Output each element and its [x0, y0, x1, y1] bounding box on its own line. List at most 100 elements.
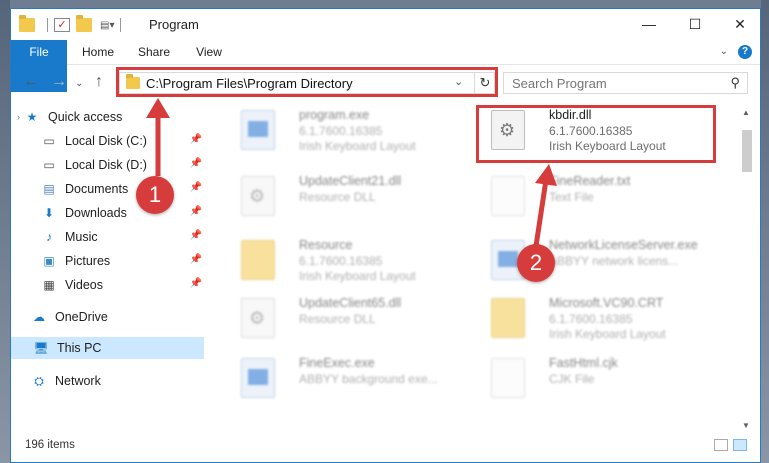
star-icon: ★: [26, 110, 38, 124]
file-item[interactable]: FineReader.txt Text File: [481, 172, 721, 224]
properties-icon[interactable]: ✓: [54, 18, 70, 32]
folder-icon: [19, 15, 35, 32]
sidebar-item-network[interactable]: ⛭ Network: [31, 370, 204, 392]
pictures-icon: ▣: [43, 254, 55, 268]
computer-icon: 🖥: [33, 341, 49, 355]
videos-icon: ▦: [43, 278, 55, 292]
file-name: Microsoft.VC90.CRT: [549, 296, 664, 310]
music-icon: ♪: [46, 230, 52, 244]
file-detail: 6.1.7600.16385: [299, 254, 383, 268]
drive-icon: ▭: [43, 134, 55, 148]
sidebar-item-label: Documents: [65, 182, 129, 196]
forward-button[interactable]: →: [51, 73, 67, 91]
file-detail: CJK File: [549, 372, 595, 386]
executable-icon: [241, 110, 275, 150]
sidebar-item-quick-access[interactable]: › ★ Quick access: [17, 106, 210, 128]
scroll-up-icon[interactable]: ▲: [742, 108, 750, 117]
search-icon[interactable]: ⚲: [730, 75, 740, 91]
ribbon-tabs: File Home Share View ⌄ ?: [11, 40, 760, 92]
file-name: UpdateClient65.dll: [299, 296, 402, 310]
sidebar-item-this-pc[interactable]: 🖥 This PC: [11, 337, 204, 359]
sidebar-item-local-disk-c[interactable]: ▭ Local Disk (C:) 📌: [41, 130, 204, 152]
folder-icon: [491, 298, 525, 338]
desktop-background: [0, 0, 769, 8]
file-item[interactable]: FineExec.exe ABBYY background exe...: [231, 354, 471, 406]
new-folder-icon[interactable]: [76, 15, 92, 32]
sidebar-item-label: Music: [65, 230, 98, 244]
pin-icon[interactable]: 📌: [190, 230, 202, 241]
pin-icon[interactable]: 📌: [190, 134, 202, 145]
step-1-badge: 1: [136, 176, 174, 214]
maximize-button[interactable]: ☐: [672, 9, 718, 40]
pin-icon[interactable]: 📌: [190, 278, 202, 289]
file-name: program.exe: [299, 108, 370, 122]
divider: [120, 18, 122, 32]
file-detail: 6.1.7600.16385: [299, 124, 383, 138]
sidebar-item-onedrive[interactable]: ☁ OneDrive: [31, 306, 204, 328]
sidebar-item-local-disk-d[interactable]: ▭ Local Disk (D:) 📌: [41, 154, 204, 176]
collapse-ribbon-icon[interactable]: ⌄: [720, 46, 728, 57]
file-detail: Irish Keyboard Layout: [299, 139, 416, 153]
dll-icon: [241, 298, 275, 338]
tab-share[interactable]: Share: [131, 40, 177, 65]
status-bar: 196 items: [11, 434, 760, 462]
back-button[interactable]: ←: [23, 73, 39, 91]
sidebar-item-label: OneDrive: [55, 310, 108, 324]
file-item[interactable]: program.exe 6.1.7600.16385 Irish Keyboar…: [231, 106, 471, 158]
expand-icon[interactable]: ›: [17, 112, 20, 122]
executable-icon: [241, 358, 275, 398]
sidebar-item-videos[interactable]: ▦ Videos 📌: [41, 274, 204, 296]
sidebar-item-music[interactable]: ♪ Music 📌: [41, 226, 204, 248]
file-detail: Irish Keyboard Layout: [549, 327, 666, 341]
address-highlight-box: [116, 67, 498, 97]
network-icon: ⛭: [34, 373, 44, 388]
up-button[interactable]: ↑: [95, 73, 103, 91]
details-view-icon[interactable]: [714, 439, 728, 451]
minimize-button[interactable]: —: [626, 9, 672, 40]
vertical-scrollbar[interactable]: ▲ ▼: [740, 104, 754, 434]
sidebar-item-label: Local Disk (D:): [65, 158, 147, 172]
file-detail: ABBYY network licens...: [549, 254, 679, 268]
customize-toolbar-icon[interactable]: ▤▾: [100, 20, 114, 31]
desktop-background-right: [761, 0, 769, 463]
file-item[interactable]: UpdateClient21.dll Resource DLL: [231, 172, 471, 224]
file-name: FineReader.txt: [549, 174, 631, 188]
close-button[interactable]: ✕: [717, 9, 760, 40]
file-detail: 6.1.7600.16385: [549, 312, 633, 326]
search-input[interactable]: [504, 73, 719, 93]
file-name: Resource: [299, 238, 353, 252]
sidebar-item-pictures[interactable]: ▣ Pictures 📌: [41, 250, 204, 272]
recent-locations-icon[interactable]: ⌄: [75, 78, 83, 89]
pin-icon[interactable]: 📌: [190, 206, 202, 217]
cloud-icon: ☁: [33, 310, 45, 324]
tab-view[interactable]: View: [187, 40, 231, 65]
search-box[interactable]: ⚲: [503, 72, 748, 94]
text-file-icon: [491, 358, 525, 398]
file-detail: Text File: [549, 190, 594, 204]
file-item[interactable]: Microsoft.VC90.CRT 6.1.7600.16385 Irish …: [481, 294, 721, 346]
pin-icon[interactable]: 📌: [190, 158, 202, 169]
documents-icon: ▤: [43, 182, 55, 196]
quick-access-toolbar: ✓ ▤▾: [19, 15, 127, 33]
sidebar-item-label: Downloads: [65, 206, 127, 220]
file-item[interactable]: UpdateClient65.dll Resource DLL: [231, 294, 471, 346]
sidebar-item-documents[interactable]: ▤ Documents 📌: [41, 178, 204, 200]
item-count: 196 items: [25, 439, 75, 451]
sidebar-item-label: This PC: [57, 341, 102, 355]
help-icon[interactable]: ?: [738, 45, 752, 59]
large-icons-view-icon[interactable]: [733, 439, 747, 451]
file-name: NetworkLicenseServer.exe: [549, 238, 698, 252]
scroll-thumb[interactable]: [742, 130, 752, 172]
file-name: FastHtml.cjk: [549, 356, 618, 370]
dll-icon: [241, 176, 275, 216]
pin-icon[interactable]: 📌: [190, 182, 202, 193]
desktop-background-left: [0, 0, 10, 463]
scroll-down-icon[interactable]: ▼: [742, 421, 750, 430]
sidebar-item-downloads[interactable]: ⬇ Downloads 📌: [41, 202, 204, 224]
step-2-badge: 2: [517, 244, 555, 282]
pin-icon[interactable]: 📌: [190, 254, 202, 265]
file-item[interactable]: FastHtml.cjk CJK File: [481, 354, 721, 406]
tab-home[interactable]: Home: [73, 40, 123, 65]
file-detail: Resource DLL: [299, 190, 376, 204]
file-item[interactable]: Resource 6.1.7600.16385 Irish Keyboard L…: [231, 236, 471, 288]
